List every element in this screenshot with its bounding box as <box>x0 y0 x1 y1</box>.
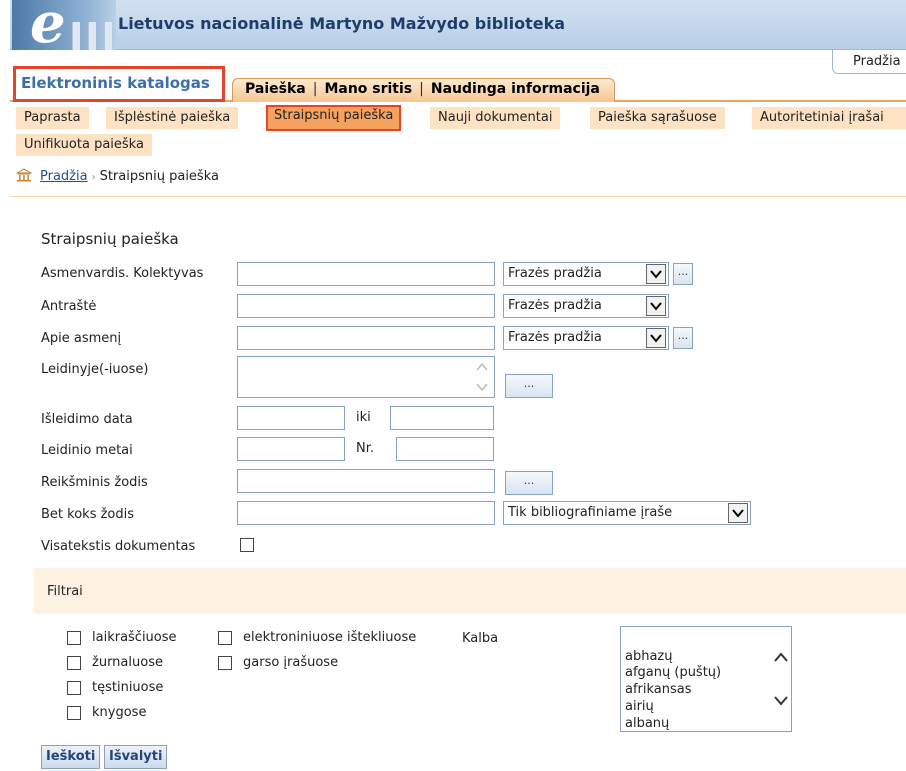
any-word-label: Bet koks žodis <box>41 507 135 522</box>
issue-number-label: Nr. <box>356 441 375 456</box>
language-option[interactable]: airių <box>625 699 654 714</box>
in-publication-lookup-button[interactable]: ... <box>505 374 553 398</box>
filter-books-checkbox[interactable] <box>67 706 81 720</box>
form-title: Straipsnių paieška <box>41 230 179 248</box>
textarea-scrollbar[interactable] <box>472 358 492 396</box>
about-person-mode-select[interactable]: Frazės pradžia <box>503 326 669 350</box>
filters-header <box>34 568 906 614</box>
author-lookup-button[interactable]: ... <box>673 263 693 285</box>
issue-number-input[interactable] <box>396 437 494 461</box>
filter-journals-checkbox[interactable] <box>67 656 81 670</box>
about-person-input[interactable] <box>237 326 495 350</box>
chevron-down-icon[interactable] <box>646 264 666 284</box>
fulltext-label: Visatekstis dokumentas <box>41 539 196 554</box>
issue-date-from-input[interactable] <box>237 406 345 430</box>
breadcrumb-divider <box>10 196 906 197</box>
clear-button[interactable]: Išvalyti <box>104 745 168 769</box>
in-publication-label: Leidinyje(-iuose) <box>41 362 149 377</box>
top-home-link[interactable]: Pradžia <box>832 50 906 74</box>
in-publication-textarea[interactable] <box>237 356 495 398</box>
keyword-lookup-button[interactable]: ... <box>505 471 553 495</box>
subtab-new-documents[interactable]: Nauji dokumentai <box>430 107 561 129</box>
language-option[interactable]: afrikansas <box>625 682 692 697</box>
filter-electronic-label: elektroniniuose ištekliuose <box>243 630 417 645</box>
heading-mode-select[interactable]: Frazės pradžia <box>503 294 669 318</box>
filter-newspapers-label: laikraščiuose <box>92 630 177 645</box>
library-logo[interactable]: e <box>12 0 116 50</box>
heading-mode-value: Frazės pradžia <box>508 298 602 313</box>
logo-column <box>72 22 80 50</box>
filters-title: Filtrai <box>47 584 83 599</box>
filter-books-label: knygose <box>92 705 147 720</box>
heading-label: Antraštė <box>41 299 97 314</box>
breadcrumb-current: Straipsnių paieška <box>99 169 219 184</box>
home-icon <box>15 168 33 182</box>
subtab-advanced-search[interactable]: Išplėstinė paieška <box>106 107 239 129</box>
any-word-mode-value: Tik bibliografiniame įraše <box>508 505 673 520</box>
site-title: Lietuvos nacionalinė Martyno Mažvydo bib… <box>118 14 566 33</box>
tab-separator: | <box>419 81 424 97</box>
filter-electronic-checkbox[interactable] <box>218 631 232 645</box>
logo-column <box>104 22 112 50</box>
author-input[interactable] <box>237 262 495 286</box>
any-word-mode-select[interactable]: Tik bibliografiniame įraše <box>503 501 751 525</box>
author-label: Asmenvardis. Kolektyvas <box>41 266 204 281</box>
filter-audio-label: garso įrašuose <box>243 655 339 670</box>
filter-serials-checkbox[interactable] <box>67 681 81 695</box>
tab-useful-info[interactable]: Naudinga informacija <box>431 81 600 97</box>
tab-search[interactable]: Paieška <box>245 81 306 97</box>
language-option[interactable]: afganų (puštų) <box>625 665 721 680</box>
filter-newspapers-checkbox[interactable] <box>67 631 81 645</box>
search-button[interactable]: Ieškoti <box>41 745 101 769</box>
language-option[interactable]: albanų <box>625 716 669 731</box>
subtab-authority-records[interactable]: Autoritetiniai įrašai <box>752 107 906 129</box>
breadcrumb-home-link[interactable]: Pradžia <box>40 169 88 184</box>
filter-serials-label: tęstiniuose <box>92 680 164 695</box>
keyword-input[interactable] <box>237 469 495 493</box>
pub-year-label: Leidinio metai <box>41 443 133 458</box>
chevron-down-icon[interactable] <box>728 503 748 523</box>
author-mode-select[interactable]: Frazės pradžia <box>503 262 669 286</box>
language-label: Kalba <box>462 631 499 646</box>
tab-my-area[interactable]: Mano sritis <box>324 81 412 97</box>
subtab-list-search[interactable]: Paieška sąrašuose <box>590 107 725 129</box>
subtab-unified-search[interactable]: Unifikuota paieška <box>16 134 152 156</box>
chevron-down-icon[interactable] <box>646 296 666 316</box>
about-person-label: Apie asmenį <box>41 331 122 346</box>
keyword-label: Reikšminis žodis <box>41 475 148 490</box>
chevron-down-icon[interactable] <box>646 328 666 348</box>
tab-separator: | <box>312 81 318 97</box>
about-person-lookup-button[interactable]: ... <box>673 327 693 349</box>
about-person-mode-value: Frazės pradžia <box>508 330 602 345</box>
pub-year-input[interactable] <box>237 437 345 461</box>
issue-date-to-input[interactable] <box>390 406 494 430</box>
heading-input[interactable] <box>237 294 495 318</box>
main-tabs: Paieška | Mano sritis | Naudinga informacija <box>232 78 615 102</box>
language-listbox[interactable]: abhazų afganų (puštų) afrikansas airių a… <box>620 626 792 732</box>
subtab-article-search[interactable]: Straipsnių paieška <box>266 105 402 131</box>
issue-date-to-label: iki <box>356 410 371 425</box>
language-scrollbar[interactable] <box>771 627 791 731</box>
issue-date-label: Išleidimo data <box>41 412 133 427</box>
subtab-simple[interactable]: Paprasta <box>16 107 89 129</box>
logo-column <box>88 22 96 50</box>
fulltext-checkbox[interactable] <box>240 538 254 552</box>
filter-journals-label: žurnaluose <box>92 655 163 670</box>
tab-electronic-catalog[interactable]: Elektroninis katalogas <box>13 66 225 102</box>
logo-letter: e <box>30 0 66 50</box>
breadcrumb-separator: › <box>91 172 96 183</box>
any-word-input[interactable] <box>237 501 495 525</box>
author-mode-value: Frazės pradžia <box>508 266 602 281</box>
language-option[interactable]: abhazų <box>625 649 673 664</box>
breadcrumb: Pradžia › Straipsnių paieška <box>15 168 219 184</box>
filter-audio-checkbox[interactable] <box>218 656 232 670</box>
